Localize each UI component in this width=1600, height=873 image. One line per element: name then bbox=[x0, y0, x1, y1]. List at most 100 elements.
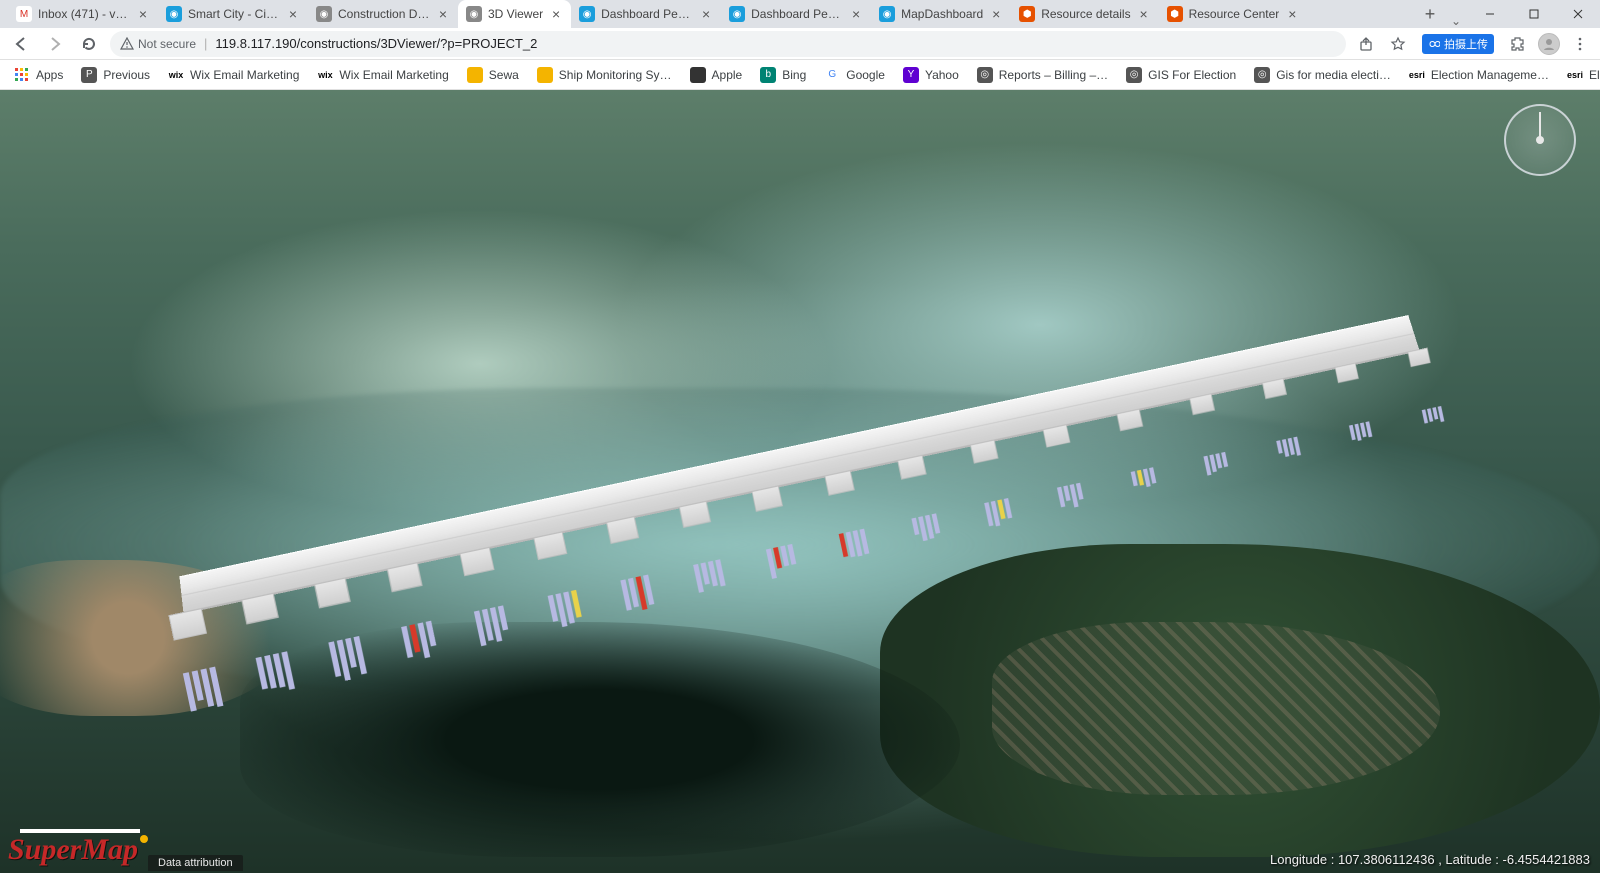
bookmark-item[interactable]: G Google bbox=[818, 63, 891, 87]
tab-close-button[interactable]: × bbox=[849, 7, 863, 21]
bookmark-label: Election Manageme… bbox=[1431, 68, 1549, 82]
nav-back-button[interactable] bbox=[8, 31, 34, 57]
bookmark-label: Yahoo bbox=[925, 68, 959, 82]
bookmark-label: Sewa bbox=[489, 68, 519, 82]
coordinates-readout: Longitude : 107.3806112436 , Latitude : … bbox=[1270, 852, 1590, 867]
browser-tab[interactable]: ⬢ Resource details × bbox=[1011, 0, 1158, 28]
bookmark-favicon: b bbox=[760, 67, 776, 83]
tab-label: Resource details bbox=[1041, 7, 1130, 21]
url-text: 119.8.117.190/constructions/3DViewer/?p=… bbox=[215, 36, 537, 51]
browser-tab[interactable]: ⬢Resource Center× bbox=[1159, 0, 1308, 28]
infinity-icon bbox=[1428, 38, 1440, 50]
bookmark-item[interactable]: Y Yahoo bbox=[897, 63, 965, 87]
tab-favicon: ◉ bbox=[316, 6, 332, 22]
window-close-button[interactable] bbox=[1556, 0, 1600, 28]
logo-dot-icon bbox=[140, 835, 148, 843]
tab-close-button[interactable]: × bbox=[699, 7, 713, 21]
bookmark-item[interactable]: esriElection Manageme… bbox=[1403, 63, 1555, 87]
bookmark-favicon: esri bbox=[1567, 67, 1583, 83]
window-maximize-button[interactable] bbox=[1512, 0, 1556, 28]
bookmark-star-button[interactable] bbox=[1386, 32, 1410, 56]
profile-avatar-button[interactable] bbox=[1538, 33, 1560, 55]
tab-overflow-button[interactable]: ⌄ bbox=[1444, 14, 1468, 28]
address-bar: Not secure | 119.8.117.190/constructions… bbox=[0, 28, 1600, 60]
tab-label: Smart City - City Over… bbox=[188, 7, 280, 21]
bookmark-favicon bbox=[537, 67, 553, 83]
bookmark-item[interactable]: b Bing bbox=[754, 63, 812, 87]
tab-close-button[interactable]: × bbox=[1285, 7, 1299, 21]
bookmark-label: Gis for media electi… bbox=[1276, 68, 1391, 82]
bookmark-label: Previous bbox=[103, 68, 150, 82]
tab-favicon: ◉ bbox=[729, 6, 745, 22]
tab-close-button[interactable]: × bbox=[1137, 7, 1151, 21]
bookmark-item[interactable]: ◎ Reports – Billing –… bbox=[971, 63, 1114, 87]
bookmark-item[interactable]: Apple bbox=[684, 63, 749, 87]
bookmark-label: Ship Monitoring Sy… bbox=[559, 68, 672, 82]
bookmark-favicon: G bbox=[824, 67, 840, 83]
compass-widget[interactable] bbox=[1504, 104, 1576, 176]
bookmark-item[interactable]: wixWix Email Marketing bbox=[162, 63, 305, 87]
bookmark-favicon: ◎ bbox=[1126, 67, 1142, 83]
bookmark-favicon bbox=[467, 67, 483, 83]
tab-close-button[interactable]: × bbox=[989, 7, 1003, 21]
security-indicator[interactable]: Not secure bbox=[120, 37, 196, 51]
data-attribution-button[interactable]: Data attribution bbox=[148, 855, 243, 871]
bookmark-item[interactable]: ◎ GIS For Election bbox=[1120, 63, 1242, 87]
tab-label: 3D Viewer bbox=[488, 7, 543, 21]
tab-close-button[interactable]: × bbox=[436, 7, 450, 21]
chrome-menu-button[interactable] bbox=[1568, 32, 1592, 56]
browser-tab[interactable]: ◉ Dashboard Pemerinta… × bbox=[571, 0, 721, 28]
tab-favicon: ⬢ bbox=[1019, 6, 1035, 22]
bookmark-item[interactable]: PPrevious bbox=[75, 63, 156, 87]
supermap-logo: SuperMap bbox=[8, 833, 148, 867]
upload-extension-badge[interactable]: 拍摄上传 bbox=[1422, 34, 1494, 54]
bookmark-item[interactable]: Sewa bbox=[461, 63, 525, 87]
browser-tab[interactable]: ◉Dashboard Pemerinta…× bbox=[721, 0, 871, 28]
bookmark-label: GIS For Election bbox=[1148, 68, 1236, 82]
logo-text: SuperMap bbox=[8, 833, 138, 867]
tab-label: Construction Demo bbox=[338, 7, 430, 21]
browser-tab[interactable]: ◉MapDashboard× bbox=[871, 0, 1011, 28]
tab-label: Dashboard Pemerinta… bbox=[601, 7, 693, 21]
bookmark-favicon: ◎ bbox=[977, 67, 993, 83]
bookmark-label: Election Participatio… bbox=[1589, 68, 1600, 82]
bookmark-label: Bing bbox=[782, 68, 806, 82]
compass-needle bbox=[1539, 112, 1541, 142]
bookmark-label: Reports – Billing –… bbox=[999, 68, 1108, 82]
attribution-label: Data attribution bbox=[158, 857, 233, 869]
apps-shortcut[interactable]: Apps bbox=[8, 63, 69, 87]
bookmark-favicon: wix bbox=[317, 67, 333, 83]
bookmark-label: Google bbox=[846, 68, 885, 82]
extensions-button[interactable] bbox=[1506, 32, 1530, 56]
browser-tab[interactable]: ◉Smart City - City Over…× bbox=[158, 0, 308, 28]
warning-icon bbox=[120, 37, 134, 51]
share-button[interactable] bbox=[1354, 32, 1378, 56]
url-separator: | bbox=[204, 36, 207, 51]
nav-forward-button[interactable] bbox=[42, 31, 68, 57]
bookmark-label: Apple bbox=[712, 68, 743, 82]
window-minimize-button[interactable] bbox=[1468, 0, 1512, 28]
bookmark-item[interactable]: esri Election Participatio… bbox=[1561, 63, 1600, 87]
tab-close-button[interactable]: × bbox=[286, 7, 300, 21]
new-tab-button[interactable]: + bbox=[1416, 0, 1444, 28]
bookmark-item[interactable]: Ship Monitoring Sy… bbox=[531, 63, 678, 87]
tab-label: Inbox (471) - vellaaha… bbox=[38, 7, 130, 21]
tab-close-button[interactable]: × bbox=[136, 7, 150, 21]
nav-reload-button[interactable] bbox=[76, 31, 102, 57]
browser-tab[interactable]: ◉ Construction Demo × bbox=[308, 0, 458, 28]
tab-favicon: ⬢ bbox=[1167, 6, 1183, 22]
tab-strip: MInbox (471) - vellaaha…×◉Smart City - C… bbox=[8, 0, 1416, 28]
bookmark-favicon: Y bbox=[903, 67, 919, 83]
browser-tab[interactable]: MInbox (471) - vellaaha…× bbox=[8, 0, 158, 28]
bookmark-item[interactable]: ◎Gis for media electi… bbox=[1248, 63, 1397, 87]
url-box[interactable]: Not secure | 119.8.117.190/constructions… bbox=[110, 31, 1346, 57]
3d-viewer-canvas[interactable]: SuperMap Data attribution Longitude : 10… bbox=[0, 90, 1600, 873]
tab-close-button[interactable]: × bbox=[549, 7, 563, 21]
window-controls bbox=[1468, 0, 1600, 28]
avatar-icon bbox=[1542, 37, 1556, 51]
bookmark-item[interactable]: wixWix Email Marketing bbox=[311, 63, 454, 87]
bookmark-favicon: wix bbox=[168, 67, 184, 83]
apps-label: Apps bbox=[36, 68, 63, 82]
tab-favicon: ◉ bbox=[579, 6, 595, 22]
browser-tab[interactable]: ◉3D Viewer× bbox=[458, 0, 571, 28]
